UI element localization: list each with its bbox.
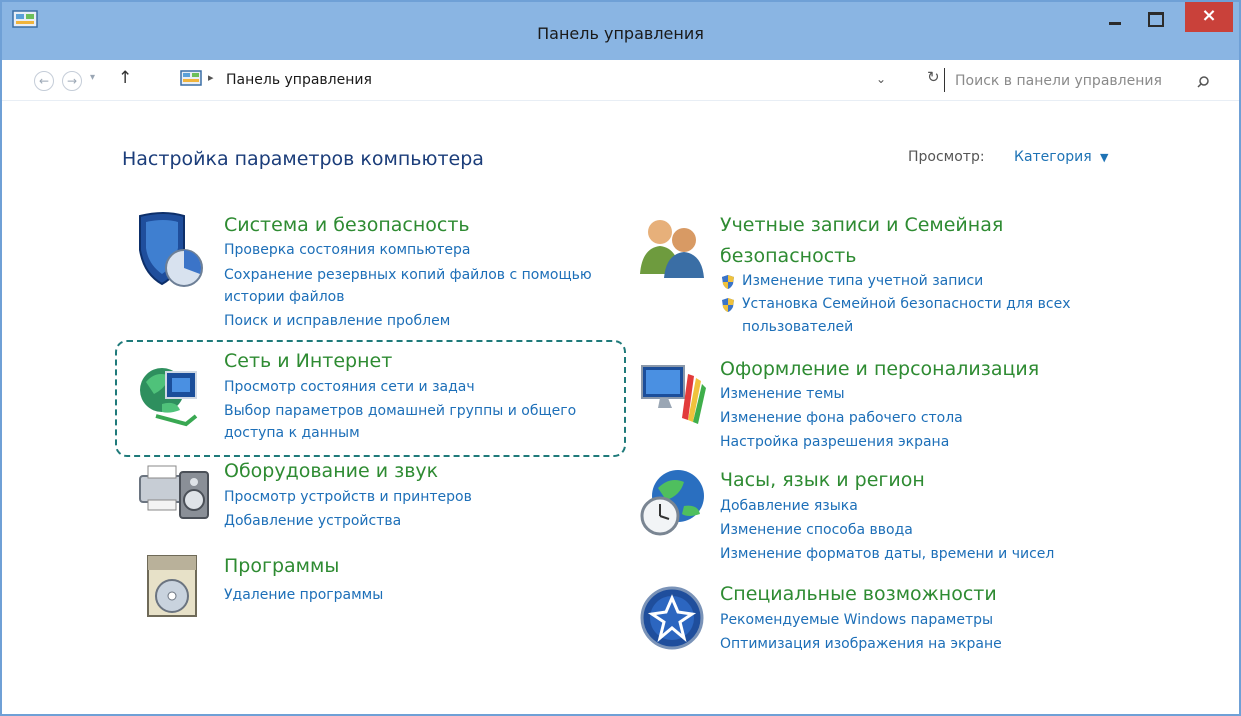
category-appearance-title[interactable]: Оформление и персонализация xyxy=(720,358,1039,380)
window-title: Панель управления xyxy=(537,24,704,43)
link-backup-files-line1[interactable]: Сохранение резервных копий файлов с помо… xyxy=(224,267,592,283)
link-screen-resolution[interactable]: Настройка разрешения экрана xyxy=(720,434,949,450)
close-button[interactable]: × xyxy=(1185,2,1233,32)
link-change-account-type[interactable]: Изменение типа учетной записи xyxy=(742,273,983,289)
category-user-accounts-title-line2[interactable]: безопасность xyxy=(720,245,856,267)
minimize-button[interactable] xyxy=(1100,8,1130,30)
uac-shield-icon xyxy=(722,298,734,312)
back-arrow-icon[interactable]: ← xyxy=(34,71,54,91)
link-change-theme[interactable]: Изменение темы xyxy=(720,386,845,402)
link-homegroup-line1[interactable]: Выбор параметров домашней группы и общег… xyxy=(224,403,576,419)
control-panel-window: Панель управления × ← → ▾ ↑ ▸ Панель упр… xyxy=(0,0,1241,716)
search-icon[interactable] xyxy=(1197,76,1209,88)
category-programs-title[interactable]: Программы xyxy=(224,555,339,577)
category-ease-of-access-title[interactable]: Специальные возможности xyxy=(720,583,997,605)
title-bar[interactable]: Панель управления × xyxy=(2,2,1239,60)
breadcrumb-separator-icon[interactable]: ▸ xyxy=(208,71,214,84)
view-by-label: Просмотр: xyxy=(908,149,985,165)
maximize-button[interactable] xyxy=(1140,8,1170,30)
search-placeholder: Поиск в панели управления xyxy=(955,73,1162,89)
user-accounts-icon[interactable] xyxy=(636,212,708,280)
view-by-dropdown-arrow-icon[interactable]: ▼ xyxy=(1100,151,1108,164)
clock-language-region-icon[interactable] xyxy=(636,466,710,540)
link-backup-files-line2[interactable]: истории файлов xyxy=(224,289,344,305)
forward-arrow-icon[interactable]: → xyxy=(62,71,82,91)
link-homegroup-line2[interactable]: доступа к данным xyxy=(224,425,360,441)
link-change-input-method[interactable]: Изменение способа ввода xyxy=(720,522,913,538)
maximize-icon xyxy=(1148,12,1164,27)
link-uninstall-program[interactable]: Удаление программы xyxy=(224,587,383,603)
network-internet-icon[interactable] xyxy=(136,354,208,432)
category-network-internet-title[interactable]: Сеть и Интернет xyxy=(224,350,392,372)
uac-shield-icon xyxy=(722,275,734,289)
category-system-security-title[interactable]: Система и безопасность xyxy=(224,214,470,236)
programs-icon[interactable] xyxy=(142,548,208,622)
category-clock-region-title[interactable]: Часы, язык и регион xyxy=(720,469,925,491)
refresh-icon[interactable]: ↻ xyxy=(927,68,940,86)
link-optimize-visual-display[interactable]: Оптимизация изображения на экране xyxy=(720,636,1002,652)
page-heading: Настройка параметров компьютера xyxy=(122,148,484,170)
address-bar[interactable]: ▸ Панель управления ⌄ xyxy=(172,66,900,94)
appearance-personalization-icon[interactable] xyxy=(638,360,710,426)
breadcrumb-control-panel[interactable]: Панель управления xyxy=(226,72,372,88)
link-family-safety-line2[interactable]: пользователей xyxy=(742,319,853,335)
link-devices-printers[interactable]: Просмотр устройств и принтеров xyxy=(224,489,472,505)
ease-of-access-icon[interactable] xyxy=(638,584,706,652)
category-user-accounts-title-line1[interactable]: Учетные записи и Семейная xyxy=(720,214,1003,236)
view-by-dropdown[interactable]: Категория xyxy=(1014,149,1092,165)
minimize-icon xyxy=(1109,22,1121,25)
link-troubleshoot[interactable]: Поиск и исправление проблем xyxy=(224,313,450,329)
system-security-icon[interactable] xyxy=(134,210,206,292)
link-check-computer-status[interactable]: Проверка состояния компьютера xyxy=(224,242,470,258)
recent-pages-dropdown[interactable]: ▾ xyxy=(90,72,95,83)
link-change-date-formats[interactable]: Изменение форматов даты, времени и чисел xyxy=(720,546,1054,562)
link-recommended-windows-settings[interactable]: Рекомендуемые Windows параметры xyxy=(720,612,993,628)
hardware-sound-icon[interactable] xyxy=(136,460,214,524)
category-hardware-sound-title[interactable]: Оборудование и звук xyxy=(224,460,438,482)
up-arrow-icon[interactable]: ↑ xyxy=(118,68,132,88)
address-dropdown-icon[interactable]: ⌄ xyxy=(876,72,886,86)
link-add-device[interactable]: Добавление устройства xyxy=(224,513,401,529)
link-network-status[interactable]: Просмотр состояния сети и задач xyxy=(224,379,475,395)
link-add-language[interactable]: Добавление языка xyxy=(720,498,858,514)
control-panel-breadcrumb-icon xyxy=(180,70,202,86)
search-input[interactable]: Поиск в панели управления xyxy=(944,68,1207,92)
link-change-desktop-background[interactable]: Изменение фона рабочего стола xyxy=(720,410,963,426)
link-family-safety-line1[interactable]: Установка Семейной безопасности для всех xyxy=(742,296,1071,312)
